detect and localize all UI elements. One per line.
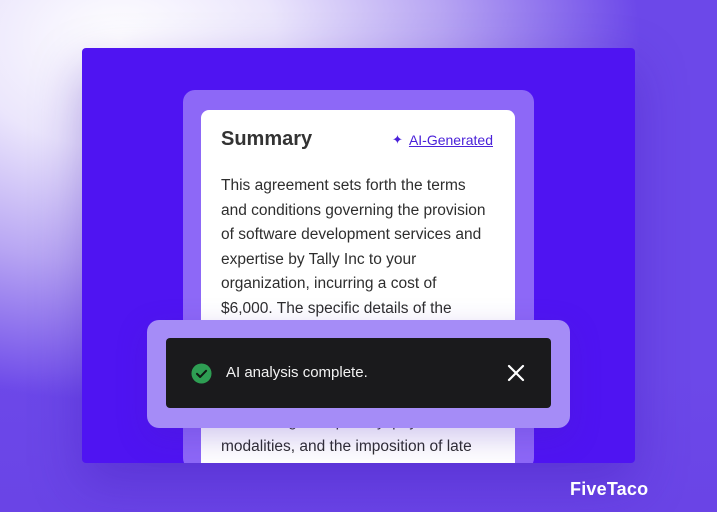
summary-title: Summary bbox=[221, 128, 313, 150]
ai-generated-link[interactable]: ✦ AI-Generated bbox=[392, 132, 493, 148]
summary-line: This agreement sets forth the terms bbox=[221, 177, 466, 194]
check-circle-icon bbox=[191, 363, 212, 384]
brand-logo: FiveTaco bbox=[570, 479, 649, 499]
ai-generated-label: AI-Generated bbox=[408, 132, 493, 148]
summary-line: of software development services and bbox=[221, 226, 482, 244]
toast-message: AI analysis complete. bbox=[226, 364, 368, 381]
summary-line: modalities, and the imposition of late bbox=[221, 437, 472, 455]
toast-frame: AI analysis complete. bbox=[147, 320, 570, 428]
summary-body: This agreement sets forth the terms and … bbox=[221, 174, 505, 322]
summary-line: $6,000. The specific details of the bbox=[221, 299, 452, 317]
sparkle-icon: ✦ bbox=[392, 132, 403, 147]
close-icon[interactable] bbox=[505, 362, 527, 384]
summary-line: expertise by Tally Inc to your bbox=[221, 250, 417, 268]
summary-line: organization, incurring a cost of bbox=[221, 275, 437, 293]
toast-notification: AI analysis complete. bbox=[166, 338, 551, 408]
summary-line: and conditions governing the provision bbox=[221, 201, 486, 219]
